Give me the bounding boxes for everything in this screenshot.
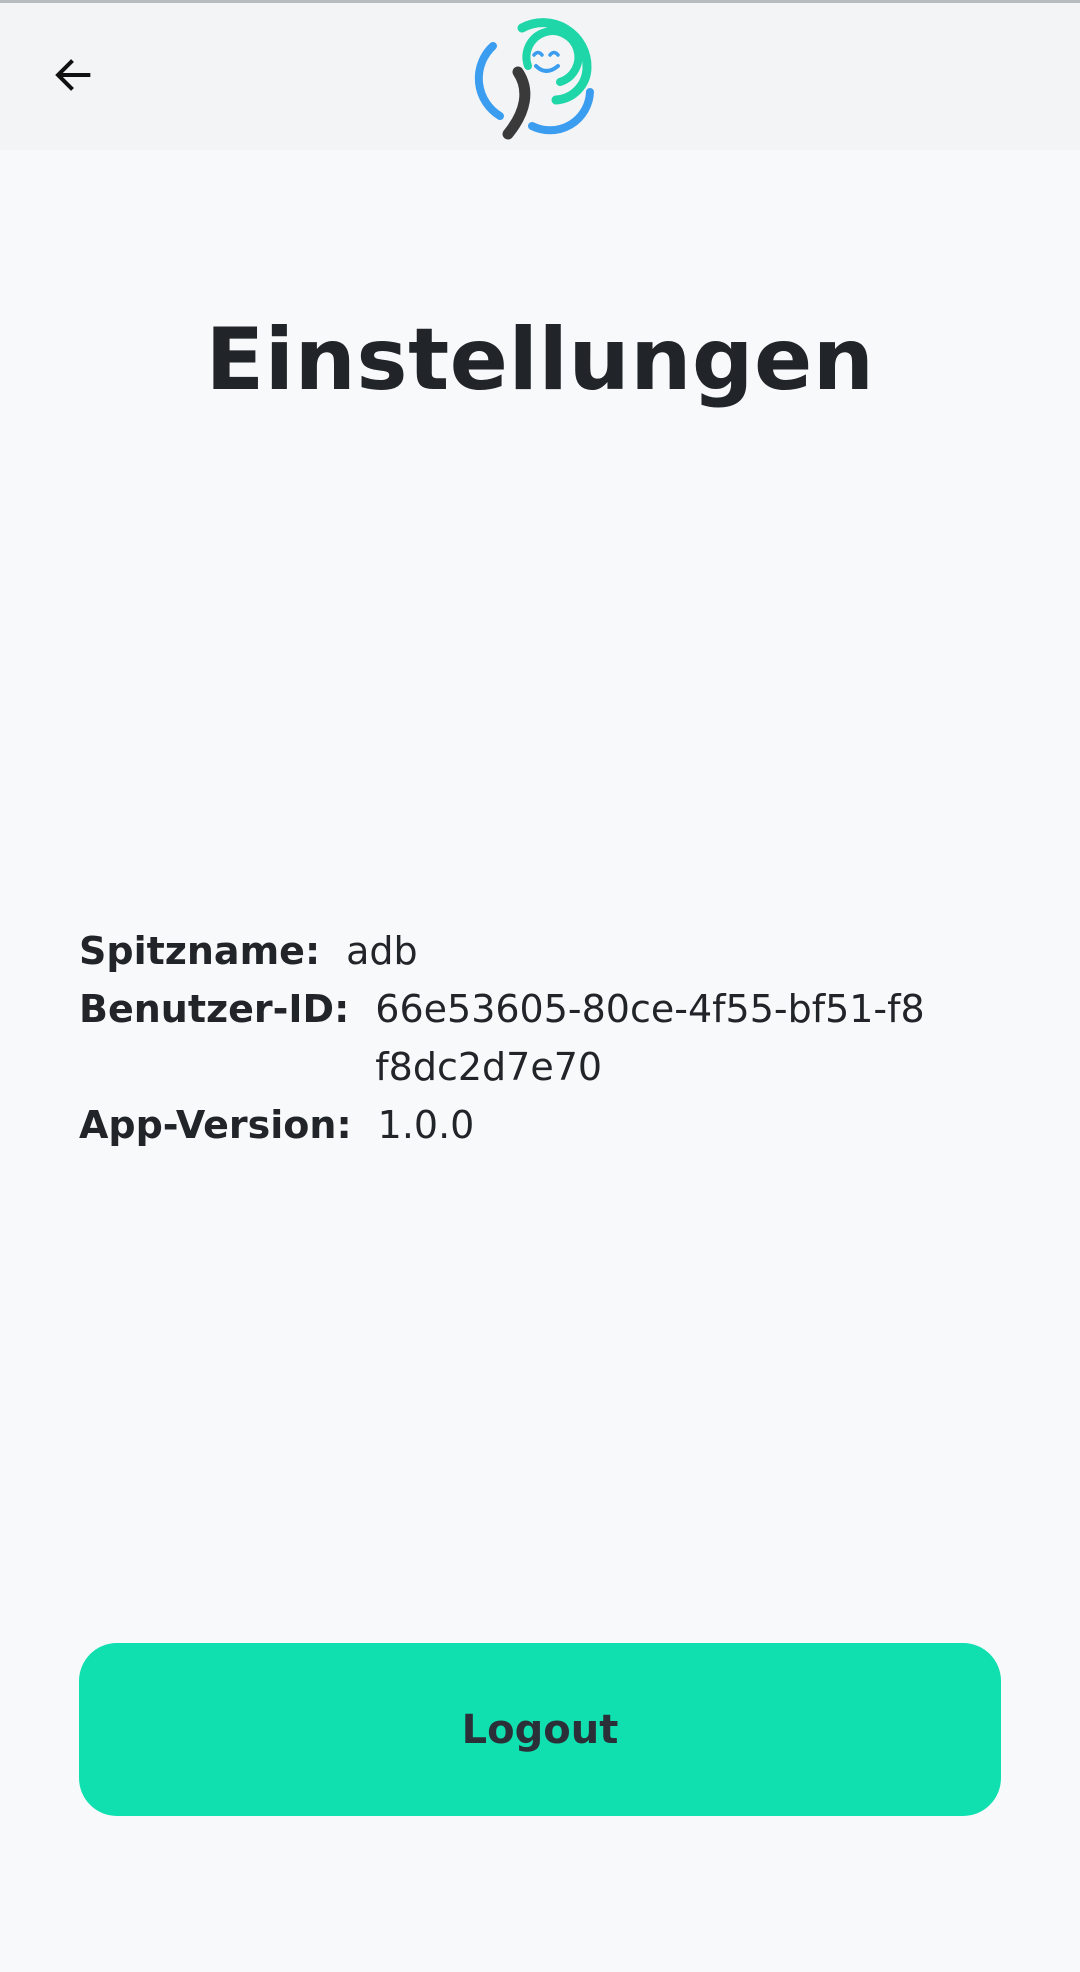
app-version-value: 1.0.0 xyxy=(377,1103,475,1147)
app-bar xyxy=(0,0,1080,150)
arrow-left-icon xyxy=(55,59,91,91)
user-id-value: 66e53605-80ce-4f55-bf51-f8f8dc2d7e70 xyxy=(375,987,925,1089)
logout-button[interactable]: Logout xyxy=(79,1643,1001,1816)
account-info: Spitzname: adb Benutzer-ID: 66e53605-80c… xyxy=(79,922,1009,1154)
app-version-row: App-Version: 1.0.0 xyxy=(79,1096,1009,1154)
top-edge-divider xyxy=(0,0,1080,3)
settings-screen: Einstellungen Spitzname: adb Benutzer-ID… xyxy=(0,0,1080,1972)
user-id-label: Benutzer-ID: xyxy=(79,987,350,1031)
app-logo-icon xyxy=(474,18,594,140)
nickname-row: Spitzname: adb xyxy=(79,922,1009,980)
user-id-row: Benutzer-ID: 66e53605-80ce-4f55-bf51-f8f… xyxy=(79,980,1009,1096)
app-version-label: App-Version: xyxy=(79,1103,352,1147)
nickname-label: Spitzname: xyxy=(79,929,321,973)
page-title: Einstellungen xyxy=(205,310,875,410)
back-button[interactable] xyxy=(40,42,106,108)
nickname-value: adb xyxy=(346,929,418,973)
